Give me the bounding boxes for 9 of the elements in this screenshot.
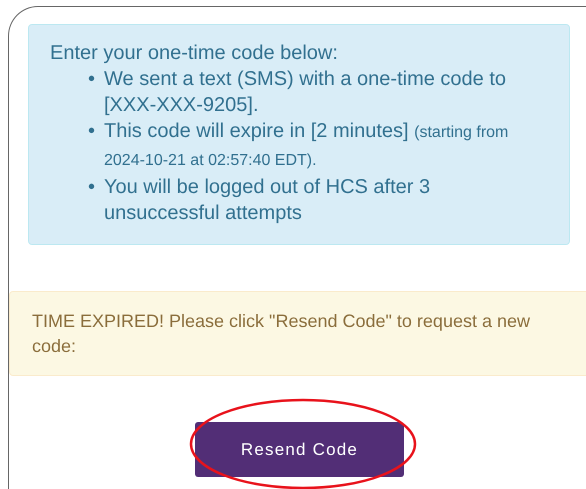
- bullet-marker: •: [88, 175, 96, 200]
- info-bullet: You will be logged out of HCS after 3 unsuccessful attempts: [104, 175, 432, 226]
- warning-text: TIME EXPIRED! Please click "Resend Code" to request a new code:: [32, 310, 531, 358]
- resend-code-button[interactable]: Resend Code: [195, 422, 404, 477]
- bullet-marker: •: [88, 119, 96, 144]
- info-bullet: This code will expire in [2 minutes] (starting from 2024-10-21 at 02:57:40 EDT).: [104, 119, 510, 171]
- info-bullet: We sent a text (SMS) with a one-time code to [XXX-XXX-9205].: [104, 67, 508, 118]
- bullet-marker: •: [88, 67, 96, 92]
- info-heading: Enter your one-time code below:: [50, 41, 339, 66]
